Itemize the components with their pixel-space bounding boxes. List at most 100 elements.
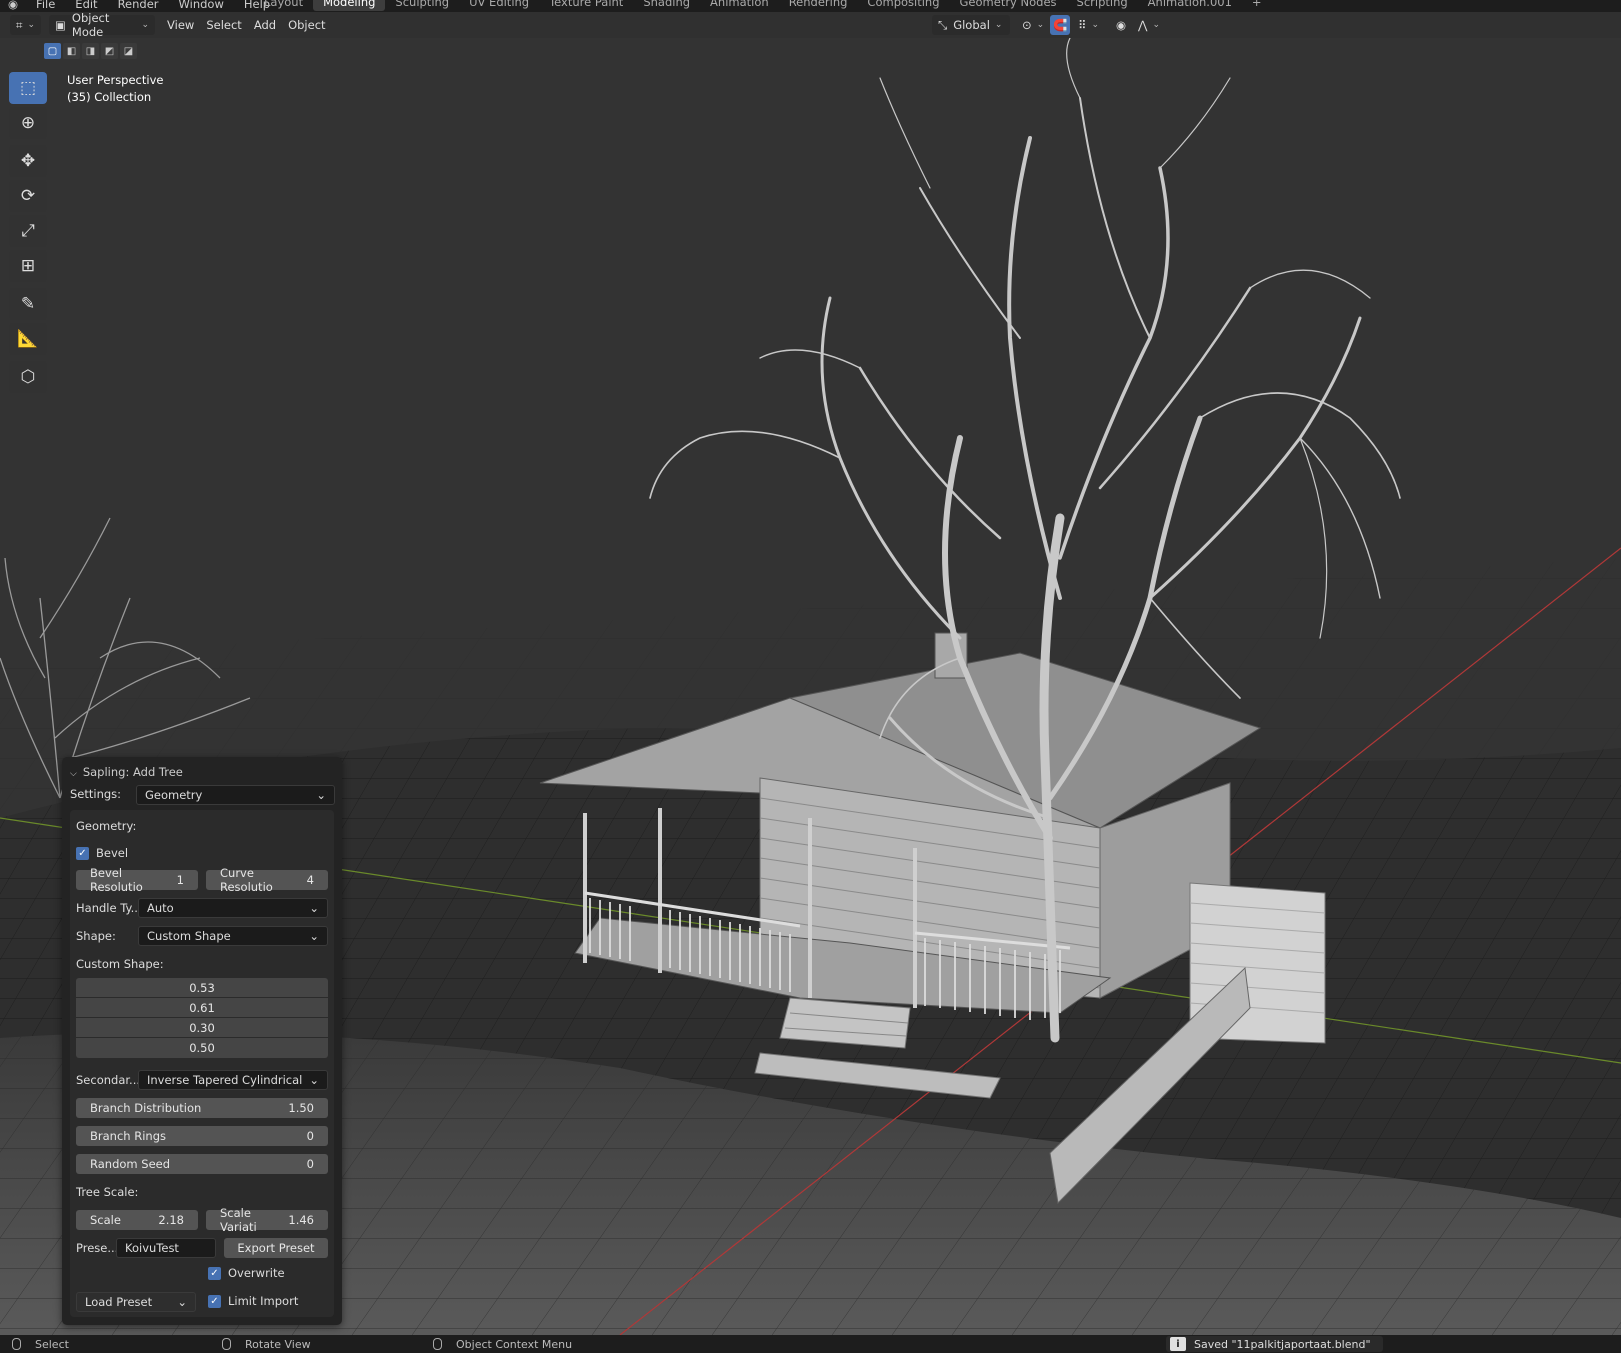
bevel-checkbox-row[interactable]: ✓ Bevel — [76, 846, 128, 860]
menu-edit[interactable]: Edit — [75, 0, 97, 11]
load-preset-dropdown[interactable]: Load Preset ⌄ — [76, 1292, 196, 1312]
tab-modeling[interactable]: Modeling — [313, 0, 386, 11]
mode-dropdown[interactable]: ▣ Object Mode ⌄ — [49, 11, 156, 39]
branch-rings-field[interactable]: Branch Rings 0 — [76, 1126, 328, 1146]
tab-geometry-nodes[interactable]: Geometry Nodes — [950, 0, 1067, 11]
select-box-icon[interactable]: ⬚ — [9, 72, 47, 104]
secondary-dropdown[interactable]: Inverse Tapered Cylindrical ⌄ — [138, 1070, 328, 1090]
orientation-dropdown[interactable]: ⤡ Global ⌄ — [932, 15, 1010, 35]
shape-dropdown[interactable]: Custom Shape ⌄ — [138, 926, 328, 946]
menu-add[interactable]: Add — [248, 15, 282, 35]
transform-icon[interactable]: ⊞ — [9, 250, 47, 282]
tab-layout[interactable]: Layout — [254, 0, 313, 11]
curve-resolution-label: Curve Resolutio — [220, 866, 273, 894]
cursor-icon[interactable]: ⊕ — [9, 107, 47, 139]
sapling-operator-panel: ⌵ Sapling: Add Tree Settings: Geometry ⌄ G… — [62, 757, 342, 1325]
annotate-icon[interactable]: ✎ — [9, 288, 47, 320]
saved-message: Saved "11palkitjaportaat.blend" — [1194, 1337, 1371, 1351]
branch-rings-label: Branch Rings — [90, 1129, 166, 1143]
tab-animation-001[interactable]: Animation.001 — [1138, 0, 1242, 11]
chevron-down-icon: ⌄ — [141, 20, 150, 30]
tab-animation[interactable]: Animation — [700, 0, 779, 11]
snap-toggle[interactable]: 🧲 — [1050, 15, 1070, 35]
random-seed-label: Random Seed — [90, 1157, 171, 1171]
curve-resolution-field[interactable]: Curve Resolutio 4 — [206, 866, 328, 894]
saved-notification[interactable]: i Saved "11palkitjaportaat.blend" — [1166, 1336, 1383, 1352]
chevron-down-icon: ⌄ — [177, 1295, 187, 1309]
tab-shading[interactable]: Shading — [633, 0, 700, 11]
main-menu: ◉ File Edit Render Window Help — [0, 0, 290, 12]
scale-field[interactable]: Scale 2.18 — [76, 1210, 198, 1230]
tab-texture-paint[interactable]: Texture Paint — [539, 0, 633, 11]
menu-view[interactable]: View — [161, 15, 200, 35]
tab-compositing[interactable]: Compositing — [857, 0, 949, 11]
select-invert-icon[interactable]: ◩ — [101, 43, 118, 59]
falloff-dropdown[interactable]: ⋀ ⌄ — [1132, 15, 1166, 35]
custom-shape-field-2[interactable]: 0.61 — [76, 998, 328, 1018]
secondary-value: Inverse Tapered Cylindrical — [147, 1073, 303, 1087]
load-preset-label: Load Preset — [85, 1295, 153, 1309]
random-seed-field[interactable]: Random Seed 0 — [76, 1154, 328, 1174]
tab-uv-editing[interactable]: UV Editing — [459, 0, 539, 11]
add-workspace-button[interactable]: + — [1242, 0, 1272, 11]
handle-type-dropdown[interactable]: Auto ⌄ — [138, 898, 328, 918]
collection-name: (35) Collection — [67, 90, 152, 104]
blender-logo-icon[interactable]: ◉ — [8, 0, 18, 11]
scale-label: Scale — [90, 1213, 121, 1227]
mode-label: Object Mode — [71, 11, 110, 39]
custom-shape-field-4[interactable]: 0.50 — [76, 1038, 328, 1058]
selection-mode-buttons: ▢ ◧ ◨ ◩ ◪ — [44, 43, 137, 59]
secondary-label: Secondar... — [76, 1073, 141, 1087]
overwrite-checkbox-row[interactable]: ✓ Overwrite — [208, 1266, 285, 1280]
random-seed-value: 0 — [306, 1157, 314, 1171]
tab-sculpting[interactable]: Sculpting — [385, 0, 459, 11]
editor-type-dropdown[interactable]: ⌗ ⌄ — [10, 15, 42, 35]
settings-dropdown[interactable]: Geometry ⌄ — [136, 785, 335, 805]
shape-label: Shape: — [76, 929, 116, 943]
bevel-resolution-value: 1 — [176, 873, 184, 887]
limit-import-checkbox-row[interactable]: ✓ Limit Import — [208, 1294, 298, 1308]
branch-rings-value: 0 — [306, 1129, 314, 1143]
move-icon[interactable]: ✥ — [9, 145, 47, 177]
preset-name-input[interactable]: KoivuTest — [116, 1238, 216, 1258]
rotate-icon[interactable]: ⟳ — [9, 180, 47, 212]
overwrite-checkbox[interactable]: ✓ — [208, 1266, 221, 1280]
panel-header[interactable]: ⌵ Sapling: Add Tree — [70, 765, 183, 779]
viewport-header: ⌗ ⌄ ▣ Object Mode ⌄ View Select Add Objec… — [0, 11, 1621, 39]
bevel-checkbox[interactable]: ✓ — [76, 846, 89, 860]
view-name: User Perspective — [67, 73, 164, 87]
select-extend-icon[interactable]: ◧ — [63, 43, 80, 59]
branch-distribution-label: Branch Distribution — [90, 1101, 202, 1115]
chevron-down-icon: ⌄ — [994, 20, 1003, 30]
tab-rendering[interactable]: Rendering — [779, 0, 858, 11]
menu-object[interactable]: Object — [282, 15, 331, 35]
chevron-down-icon: ⌵ — [70, 769, 77, 779]
panel-title: Sapling: Add Tree — [82, 765, 183, 779]
menu-window[interactable]: Window — [179, 0, 224, 11]
select-subtract-icon[interactable]: ◨ — [82, 43, 99, 59]
branch-distribution-field[interactable]: Branch Distribution 1.50 — [76, 1098, 328, 1118]
custom-shape-field-1[interactable]: 0.53 — [76, 978, 328, 998]
menu-file[interactable]: File — [36, 0, 55, 11]
snap-target-dropdown[interactable]: ⠿ ⌄ — [1072, 15, 1105, 35]
branch-distribution-value: 1.50 — [288, 1101, 314, 1115]
scale-icon[interactable]: ⤢ — [9, 215, 47, 247]
add-cube-icon[interactable]: ⬡ — [9, 361, 47, 393]
shape-value: Custom Shape — [147, 929, 231, 943]
limit-import-checkbox[interactable]: ✓ — [208, 1294, 221, 1308]
menu-select[interactable]: Select — [200, 15, 247, 35]
menu-render[interactable]: Render — [118, 0, 159, 11]
custom-shape-field-3[interactable]: 0.30 — [76, 1018, 328, 1038]
tree-scale-label: Tree Scale: — [76, 1185, 139, 1199]
measure-icon[interactable]: 📐 — [9, 323, 47, 355]
scale-variation-label: Scale Variati — [220, 1206, 257, 1234]
tab-scripting[interactable]: Scripting — [1067, 0, 1138, 11]
bevel-resolution-field[interactable]: Bevel Resolutio 1 — [76, 866, 198, 894]
geometry-label: Geometry: — [76, 819, 137, 833]
select-new-icon[interactable]: ▢ — [44, 43, 61, 59]
select-intersect-icon[interactable]: ◪ — [120, 43, 137, 59]
scale-variation-field[interactable]: Scale Variati 1.46 — [206, 1206, 328, 1234]
proportional-edit-toggle[interactable]: ◉ — [1110, 15, 1132, 35]
pivot-dropdown[interactable]: ⊙ ⌄ — [1016, 15, 1050, 35]
export-preset-button[interactable]: Export Preset — [224, 1238, 328, 1258]
